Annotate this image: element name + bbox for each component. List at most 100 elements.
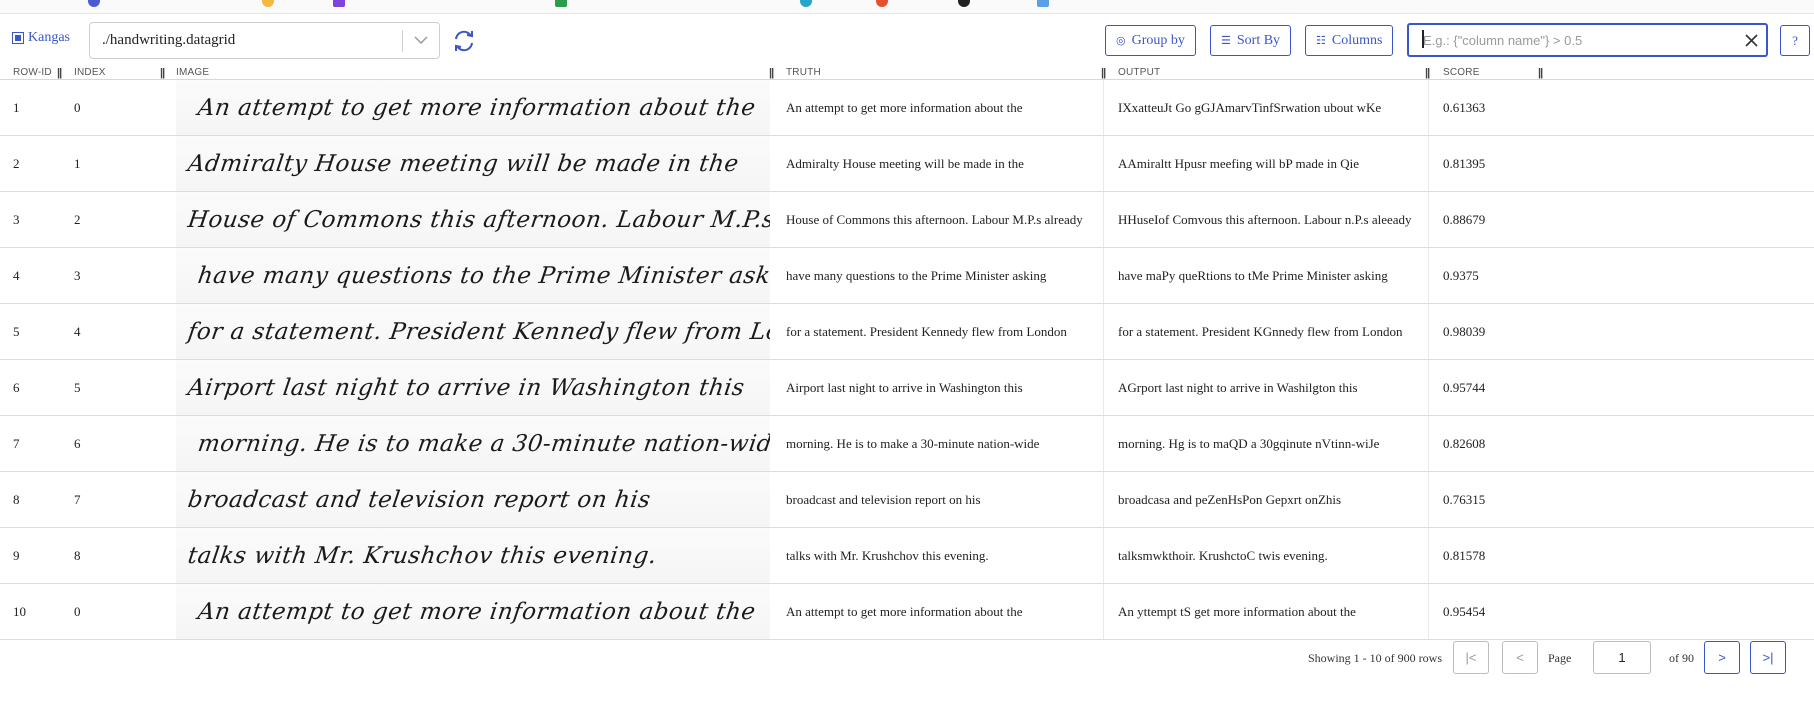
col-header-row-id[interactable]: ROW-ID: [13, 67, 52, 78]
cell-index[interactable]: 6: [74, 416, 81, 471]
col-resize-handle[interactable]: ||: [1101, 67, 1106, 79]
cell-output[interactable]: AAmiraltt Hpusr meefing will bP made in …: [1118, 136, 1359, 191]
col-resize-handle[interactable]: ||: [769, 67, 774, 79]
cell-index[interactable]: 4: [74, 304, 81, 359]
first-page-button[interactable]: |<: [1453, 641, 1489, 674]
cell-output[interactable]: HHuseIof Comvous this afternoon. Labour …: [1118, 192, 1412, 247]
cell-truth[interactable]: An attempt to get more information about…: [786, 584, 1022, 639]
cell-index[interactable]: 5: [74, 360, 81, 415]
col-resize-handle[interactable]: ||: [57, 67, 62, 79]
table-row[interactable]: 10 0 An attempt to get more information ab…: [0, 584, 1814, 640]
bookmark-icon[interactable]: [958, 0, 970, 7]
cell-score[interactable]: 0.81395: [1443, 136, 1485, 191]
chevron-down-icon[interactable]: [403, 36, 439, 45]
filter-input[interactable]: [1409, 25, 1736, 55]
cell-index[interactable]: 0: [74, 584, 81, 639]
cell-score[interactable]: 0.61363: [1443, 80, 1485, 135]
bookmark-icon[interactable]: [555, 0, 567, 7]
cell-index[interactable]: 2: [74, 192, 81, 247]
cell-image[interactable]: talks with Mr. Krushchov this evening.: [176, 528, 770, 583]
bookmark-icon[interactable]: [800, 0, 812, 7]
page-number-input[interactable]: [1593, 641, 1651, 674]
cell-row-id[interactable]: 7: [13, 416, 20, 471]
table-row[interactable]: 6 5 Airport last night to arrive in Washin…: [0, 360, 1814, 416]
cell-output[interactable]: talksmwkthoir. KrushctoC twis evening.: [1118, 528, 1328, 583]
col-header-output[interactable]: OUTPUT: [1118, 67, 1160, 78]
table-row[interactable]: 9 8 talks with Mr. Krushchov this evening.…: [0, 528, 1814, 584]
cell-output[interactable]: broadcasa and peZenHsPon Gepxrt onZhis: [1118, 472, 1341, 527]
table-row[interactable]: 1 0 An attempt to get more information abo…: [0, 80, 1814, 136]
help-button[interactable]: ?: [1780, 25, 1810, 56]
cell-truth[interactable]: Airport last night to arrive in Washingt…: [786, 360, 1023, 415]
col-resize-handle[interactable]: ||: [1425, 67, 1430, 79]
table-row[interactable]: 5 4 for a statement. President Kennedy fle…: [0, 304, 1814, 360]
cell-image[interactable]: An attempt to get more information about…: [176, 80, 770, 135]
cell-row-id[interactable]: 3: [13, 192, 20, 247]
table-row[interactable]: 7 6 morning. He is to make a 30-minute nat…: [0, 416, 1814, 472]
cell-image[interactable]: An attempt to get more information about…: [176, 584, 770, 639]
col-header-truth[interactable]: TRUTH: [786, 67, 821, 78]
cell-truth[interactable]: talks with Mr. Krushchov this evening.: [786, 528, 989, 583]
refresh-button[interactable]: [450, 27, 478, 55]
filter-box[interactable]: [1407, 23, 1768, 57]
cell-truth[interactable]: An attempt to get more information about…: [786, 80, 1022, 135]
cell-image[interactable]: have many questions to the Prime Ministe…: [176, 248, 770, 303]
cell-index[interactable]: 0: [74, 80, 81, 135]
cell-image[interactable]: Admiralty House meeting will be made in …: [176, 136, 770, 191]
cell-truth[interactable]: have many questions to the Prime Ministe…: [786, 248, 1046, 303]
cell-score[interactable]: 0.76315: [1443, 472, 1485, 527]
prev-page-button[interactable]: <: [1502, 641, 1538, 674]
last-page-button[interactable]: >|: [1750, 641, 1786, 674]
cell-truth[interactable]: broadcast and television report on his: [786, 472, 981, 527]
cell-image[interactable]: Airport last night to arrive in Washingt…: [176, 360, 770, 415]
cell-image[interactable]: House of Commons this afternoon. Labour …: [176, 192, 770, 247]
cell-score[interactable]: 0.95744: [1443, 360, 1485, 415]
table-row[interactable]: 8 7 broadcast and television report on his…: [0, 472, 1814, 528]
sort-by-button[interactable]: ☰ Sort By: [1210, 25, 1292, 56]
cell-output[interactable]: IXxatteuJt Go gGJAmarvTinfSrwation ubout…: [1118, 80, 1381, 135]
cell-image[interactable]: morning. He is to make a 30-minute natio…: [176, 416, 770, 471]
cell-truth[interactable]: House of Commons this afternoon. Labour …: [786, 192, 1083, 247]
col-header-index[interactable]: INDEX: [74, 67, 106, 78]
cell-score[interactable]: 0.95454: [1443, 584, 1485, 639]
cell-output[interactable]: for a statement. President KGnnedy flew …: [1118, 304, 1402, 359]
cell-truth[interactable]: for a statement. President Kennedy flew …: [786, 304, 1067, 359]
table-row[interactable]: 2 1 Admiralty House meeting will be made i…: [0, 136, 1814, 192]
col-header-image[interactable]: IMAGE: [176, 67, 209, 78]
bookmark-icon[interactable]: [1037, 0, 1049, 7]
cell-row-id[interactable]: 2: [13, 136, 20, 191]
cell-image[interactable]: broadcast and television report on his: [176, 472, 770, 527]
datagrid-select[interactable]: ./handwriting.datagrid: [89, 22, 440, 59]
cell-score[interactable]: 0.81578: [1443, 528, 1485, 583]
clear-filter-button[interactable]: [1736, 33, 1766, 47]
cell-output[interactable]: An yttempt tS get more information about…: [1118, 584, 1356, 639]
cell-output[interactable]: AGrport last night to arrive in Washilgt…: [1118, 360, 1358, 415]
cell-row-id[interactable]: 10: [13, 584, 26, 639]
cell-row-id[interactable]: 9: [13, 528, 20, 583]
group-by-button[interactable]: ◎ Group by: [1105, 25, 1196, 56]
cell-score[interactable]: 0.88679: [1443, 192, 1485, 247]
cell-truth[interactable]: Admiralty House meeting will be made in …: [786, 136, 1024, 191]
cell-truth[interactable]: morning. He is to make a 30-minute natio…: [786, 416, 1039, 471]
cell-index[interactable]: 7: [74, 472, 81, 527]
col-header-score[interactable]: SCORE: [1443, 67, 1480, 78]
bookmark-icon[interactable]: [262, 0, 274, 7]
cell-row-id[interactable]: 8: [13, 472, 20, 527]
cell-output[interactable]: have maPy queRtions to tMe Prime Ministe…: [1118, 248, 1388, 303]
bookmark-icon[interactable]: [876, 0, 888, 7]
cell-row-id[interactable]: 4: [13, 248, 20, 303]
cell-image[interactable]: for a statement. President Kennedy flew …: [176, 304, 770, 359]
next-page-button[interactable]: >: [1704, 641, 1740, 674]
cell-index[interactable]: 8: [74, 528, 81, 583]
cell-row-id[interactable]: 1: [13, 80, 20, 135]
table-row[interactable]: 3 2 House of Commons this afternoon. Labou…: [0, 192, 1814, 248]
bookmark-icon[interactable]: [333, 0, 345, 7]
cell-output[interactable]: morning. Hg is to maQD a 30gqinute nVtin…: [1118, 416, 1379, 471]
cell-row-id[interactable]: 6: [13, 360, 20, 415]
col-resize-handle[interactable]: ||: [160, 67, 165, 79]
table-row[interactable]: 4 3 have many questions to the Prime Minis…: [0, 248, 1814, 304]
cell-score[interactable]: 0.9375: [1443, 248, 1479, 303]
columns-button[interactable]: ☷ Columns: [1305, 25, 1394, 56]
cell-index[interactable]: 3: [74, 248, 81, 303]
cell-row-id[interactable]: 5: [13, 304, 20, 359]
